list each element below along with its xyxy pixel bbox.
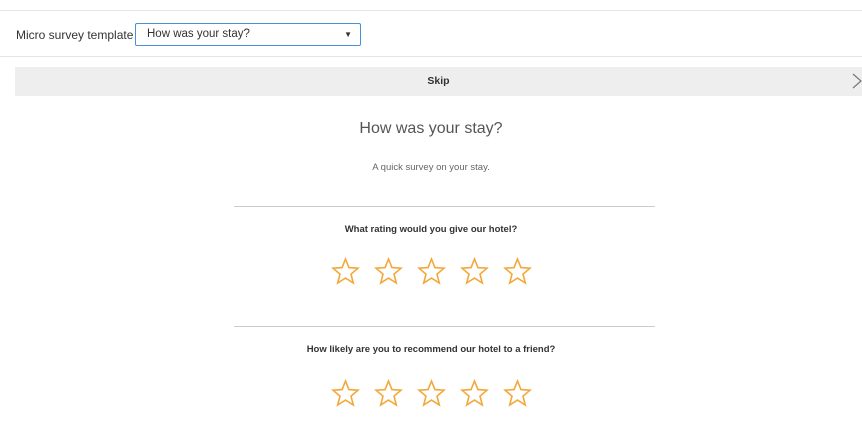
question-1: What rating would you give our hotel? bbox=[344, 224, 518, 235]
header-divider bbox=[0, 56, 862, 57]
star-icon[interactable] bbox=[330, 257, 360, 286]
question-divider bbox=[234, 326, 655, 327]
chevron-down-icon: ▼ bbox=[344, 30, 352, 39]
skip-label: Skip bbox=[427, 75, 450, 87]
template-select-value: How was your stay? bbox=[147, 28, 250, 40]
skip-button[interactable]: Skip bbox=[15, 67, 862, 96]
star-icon[interactable] bbox=[459, 257, 489, 286]
template-label: Micro survey template bbox=[16, 28, 134, 42]
template-picker-row: Micro survey template How was your stay?… bbox=[0, 11, 862, 56]
chevron-right-icon[interactable] bbox=[852, 73, 862, 89]
star-icon[interactable] bbox=[373, 257, 403, 286]
star-icon[interactable] bbox=[502, 257, 532, 286]
star-icon[interactable] bbox=[416, 379, 446, 408]
star-icon[interactable] bbox=[373, 379, 403, 408]
star-icon[interactable] bbox=[502, 379, 532, 408]
question-divider bbox=[234, 206, 655, 207]
rating-stars-q2 bbox=[0, 379, 862, 408]
star-icon[interactable] bbox=[459, 379, 489, 408]
star-icon[interactable] bbox=[330, 379, 360, 408]
star-icon[interactable] bbox=[416, 257, 446, 286]
question-2: How likely are you to recommend our hote… bbox=[306, 344, 556, 355]
survey-subtitle: A quick survey on your stay. bbox=[372, 162, 490, 173]
survey-title: How was your stay? bbox=[359, 120, 503, 137]
rating-stars-q1 bbox=[0, 257, 862, 286]
template-select[interactable]: How was your stay? ▼ bbox=[135, 23, 361, 46]
